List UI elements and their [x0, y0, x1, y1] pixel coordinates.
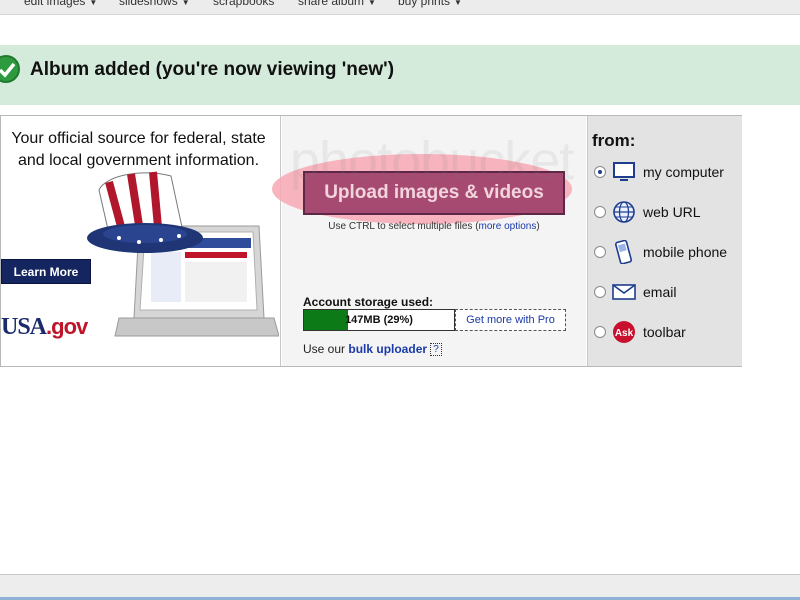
chevron-down-icon: ▼ — [454, 0, 462, 7]
nav-slideshows-label: slideshows — [119, 0, 178, 8]
hint-text: Use CTRL to select multiple files ( — [328, 221, 479, 232]
chevron-down-icon: ▼ — [181, 0, 190, 7]
storage-meter: 147MB (29%) — [303, 309, 455, 331]
envelope-icon — [612, 284, 636, 300]
nav-share-album-label: share album — [298, 0, 365, 8]
success-message: Album added (you're now viewing 'new') — [30, 59, 395, 80]
source-heading: from: — [592, 131, 636, 150]
bulk-uploader-line: Use our bulk uploader? — [303, 342, 443, 357]
usagov-logo: USA.gov — [1, 314, 88, 341]
bulk-uploader-link[interactable]: bulk uploader — [348, 342, 427, 356]
nav-edit-images-label: edit images — [24, 0, 86, 8]
check-icon — [0, 55, 20, 83]
logo-usa: USA — [1, 314, 47, 340]
bulk-prefix: Use our — [303, 342, 349, 356]
source-web-url[interactable]: web URL — [588, 197, 743, 227]
upload-source-list: from: my computer web URL mobile phone e… — [587, 116, 742, 366]
label-web-url: web URL — [643, 204, 701, 220]
phone-icon — [615, 240, 633, 264]
hint-close: ) — [536, 221, 540, 232]
svg-text:Ask: Ask — [615, 328, 634, 339]
get-more-pro-link[interactable]: Get more with Pro — [455, 309, 566, 331]
source-mobile-phone[interactable]: mobile phone — [588, 237, 743, 267]
album-toolbar: edit images ▼ slideshows ▼ scrapbooks shar… — [0, 0, 800, 15]
label-mobile-phone: mobile phone — [643, 244, 728, 260]
success-banner: Album added (you're now viewing 'new') — [0, 45, 800, 105]
source-my-computer[interactable]: my computer — [588, 157, 743, 187]
uncle-sam-hat-laptop-image — [87, 171, 279, 337]
ad-headline: Your official source for federal, state … — [11, 130, 266, 169]
nav-share-album[interactable]: share album ▼ — [298, 0, 376, 8]
chevron-down-icon: ▼ — [368, 0, 376, 7]
nav-slideshows[interactable]: slideshows ▼ — [119, 0, 190, 8]
usagov-ad[interactable]: Your official source for federal, state … — [1, 116, 281, 366]
globe-icon — [613, 201, 635, 223]
status-bar — [0, 574, 800, 600]
label-email: email — [643, 284, 677, 300]
source-email[interactable]: email — [588, 277, 743, 307]
radio-email[interactable] — [594, 286, 606, 298]
more-options-link[interactable]: more options — [479, 221, 537, 232]
nav-scrapbooks-label: scrapbooks — [213, 0, 275, 8]
nav-scrapbooks[interactable]: scrapbooks — [213, 0, 274, 8]
nav-edit-images[interactable]: edit images ▼ — [24, 0, 97, 8]
radio-toolbar[interactable] — [594, 326, 606, 338]
radio-my-computer[interactable] — [594, 166, 606, 178]
logo-gov: .gov — [46, 314, 88, 339]
learn-more-button[interactable]: Learn More — [1, 259, 91, 284]
storage-label: Account storage used: — [303, 295, 434, 309]
storage-value: 147MB (29%) — [345, 314, 413, 326]
label-my-computer: my computer — [643, 164, 724, 180]
monitor-icon — [613, 162, 635, 181]
help-icon[interactable]: ? — [430, 343, 443, 357]
radio-web-url[interactable] — [594, 206, 606, 218]
chevron-down-icon: ▼ — [89, 0, 98, 7]
photobucket-watermark: photobucket — [290, 131, 574, 191]
nav-buy-prints-label: buy prints — [398, 0, 451, 8]
label-toolbar: toolbar — [643, 324, 686, 340]
page: edit images ▼ slideshows ▼ scrapbooks shar… — [0, 0, 800, 600]
source-toolbar[interactable]: Ask toolbar — [588, 317, 743, 347]
ask-icon: Ask — [613, 321, 635, 343]
nav-buy-prints[interactable]: buy prints ▼ — [398, 0, 462, 8]
radio-mobile-phone[interactable] — [594, 246, 606, 258]
upload-hint: Use CTRL to select multiple files (more … — [282, 221, 586, 232]
